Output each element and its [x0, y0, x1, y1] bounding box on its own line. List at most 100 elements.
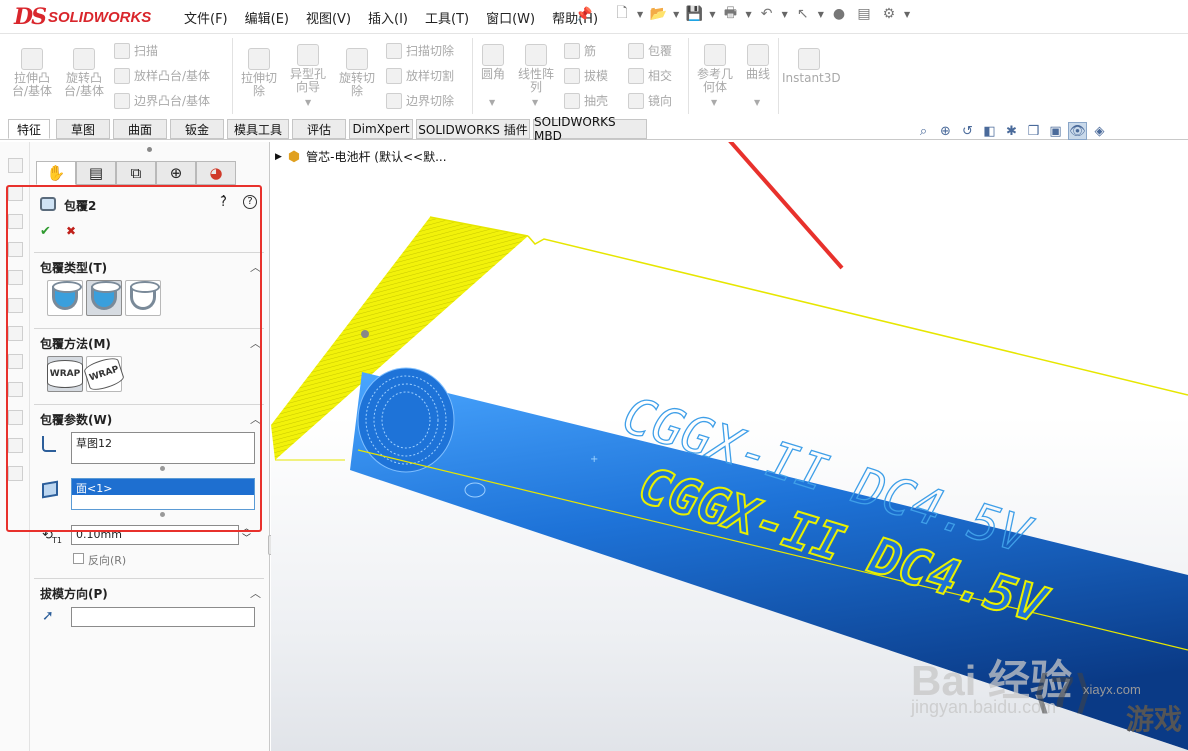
tab-solidworks-addins[interactable]: SOLIDWORKS 插件 — [416, 119, 530, 139]
loft-boss-button[interactable]: 放样凸台/基体 — [114, 67, 210, 84]
wrap-type-emboss-button[interactable] — [47, 280, 83, 316]
hole-wizard-button[interactable]: 异型孔 向导 — [284, 44, 332, 94]
section-view-icon[interactable]: ◧ — [980, 122, 999, 140]
view-orientation-icon[interactable]: ❒ — [1024, 122, 1043, 140]
display-manager-tab[interactable]: ◕ — [196, 161, 236, 185]
reference-geometry-button[interactable]: 参考几 何体 — [692, 44, 738, 94]
wrap-method-spline-button[interactable]: WRAP — [82, 355, 126, 393]
display-style-icon[interactable]: ▣ — [1046, 122, 1065, 140]
previous-view-icon[interactable]: ↺ — [958, 122, 977, 140]
revolve-boss-button[interactable]: 旋转凸 台/基体 — [60, 48, 108, 98]
feature-strip-icon[interactable] — [8, 298, 23, 313]
feature-strip-icon[interactable] — [8, 410, 23, 425]
linear-pattern-button[interactable]: 线性阵 列 — [512, 44, 560, 94]
boundary-boss-button[interactable]: 边界凸台/基体 — [114, 92, 210, 109]
feature-strip-icon[interactable] — [8, 438, 23, 453]
tab-dimxpert[interactable]: DimXpert — [349, 119, 413, 139]
tab-mold-tools[interactable]: 模具工具 — [227, 119, 289, 139]
view-settings-icon[interactable]: ◈ — [1090, 122, 1109, 140]
boundary-cut-button[interactable]: 边界切除 — [386, 92, 454, 109]
feature-strip-icon[interactable] — [8, 466, 23, 481]
panel-resize-handle[interactable] — [147, 147, 152, 152]
cancel-button[interactable]: ✖ — [66, 224, 76, 238]
configuration-manager-tab[interactable]: ⧉ — [116, 161, 156, 185]
undo-icon[interactable]: ↶ — [757, 4, 777, 24]
save-icon[interactable]: 💾 — [684, 4, 704, 24]
thickness-input[interactable]: 0.10mm — [71, 525, 239, 545]
feature-manager-tab[interactable]: ✋ — [36, 161, 76, 185]
feature-strip-icon[interactable] — [8, 242, 23, 257]
revolve-cut-button[interactable]: 旋转切 除 — [334, 48, 380, 98]
shell-button[interactable]: 抽壳 — [564, 92, 608, 109]
menu-edit[interactable]: 编辑(E) — [243, 6, 291, 29]
collapse-chevron-icon[interactable]: ︿ — [250, 259, 261, 275]
wrap-type-deboss-button[interactable] — [86, 280, 122, 316]
feature-strip-icon[interactable] — [8, 214, 23, 229]
fillet-button[interactable]: 圆角 — [476, 44, 510, 81]
pin-icon[interactable]: 📌 — [575, 7, 592, 23]
tab-sheet-metal[interactable]: 钣金 — [170, 119, 224, 139]
reverse-checkbox[interactable] — [73, 553, 84, 564]
sweep-button[interactable]: 扫描 — [114, 42, 158, 59]
zoom-to-area-icon[interactable]: ⊕ — [936, 122, 955, 140]
file-properties-icon[interactable]: ▤ — [854, 4, 874, 24]
collapse-chevron-icon[interactable]: ︿ — [250, 411, 261, 427]
collapse-chevron-icon[interactable]: ︿ — [250, 335, 261, 351]
graphics-area[interactable]: ▶ ⬢ 管芯-电池杆 (默认<<默... + CGGX-II DC4.5V CG… — [271, 142, 1188, 751]
menu-tools[interactable]: 工具(T) — [423, 6, 471, 29]
curves-button[interactable]: 曲线 — [740, 44, 776, 81]
ok-button[interactable]: ✔ — [40, 224, 51, 239]
wrap-method-analytical-button[interactable]: WRAP — [46, 356, 84, 392]
feature-strip-icon[interactable] — [8, 326, 23, 341]
select-icon[interactable]: ↖ — [793, 4, 813, 24]
thickness-spinner-icon[interactable]: ︿ ﹀ — [242, 524, 251, 544]
sweep-cut-button[interactable]: 扫描切除 — [386, 42, 454, 59]
wrap-button[interactable]: 包覆 — [628, 42, 672, 59]
feature-strip-icon[interactable] — [8, 382, 23, 397]
collapse-chevron-icon[interactable]: ︿ — [250, 585, 261, 601]
mirror-button[interactable]: 镜向 — [628, 92, 672, 109]
property-manager-tab[interactable]: ▤ — [76, 161, 116, 185]
new-document-icon[interactable]: 🗋 — [612, 4, 632, 24]
feature-strip-icon[interactable] — [8, 270, 23, 285]
feature-strip-icon[interactable] — [8, 158, 23, 173]
rib-button[interactable]: 筋 — [564, 42, 596, 59]
extrude-boss-button[interactable]: 拉伸凸 台/基体 — [8, 48, 56, 98]
tab-surfaces[interactable]: 曲面 — [113, 119, 167, 139]
ds-logo-mark: DS — [14, 4, 47, 30]
list-resize-handle[interactable] — [160, 466, 165, 471]
tab-features[interactable]: 特征 — [8, 119, 50, 139]
dimxpert-manager-tab[interactable]: ⊕ — [156, 161, 196, 185]
face-selection-box[interactable]: 面<1> — [71, 478, 255, 510]
tab-solidworks-mbd[interactable]: SOLIDWORKS MBD — [533, 115, 647, 143]
extrude-cut-button[interactable]: 拉伸切 除 — [236, 48, 282, 98]
print-icon[interactable]: 🖶 — [720, 4, 740, 24]
rebuild-icon[interactable]: ● — [829, 4, 849, 24]
tab-sketch[interactable]: 草图 — [56, 119, 110, 139]
hide-show-items-icon[interactable]: 👁 — [1068, 122, 1087, 140]
wrap-type-scribe-button[interactable] — [125, 280, 161, 316]
list-resize-handle[interactable] — [160, 512, 165, 517]
feature-strip-icon[interactable] — [8, 354, 23, 369]
feature-strip-icon[interactable] — [8, 186, 23, 201]
intersect-button[interactable]: 相交 — [628, 67, 672, 84]
pull-direction-input[interactable] — [71, 607, 255, 627]
heads-up-view-toolbar: ⌕ ⊕ ↺ ◧ ✱ ❒ ▣ 👁 ◈ — [914, 122, 1109, 140]
options-gear-icon[interactable]: ⚙ — [879, 4, 899, 24]
menu-insert[interactable]: 插入(I) — [366, 6, 410, 29]
help-icon[interactable]: ? — [243, 195, 257, 209]
menu-window[interactable]: 窗口(W) — [484, 6, 537, 29]
instant3d-button[interactable]: Instant3D — [782, 48, 841, 85]
menu-view[interactable]: 视图(V) — [304, 6, 353, 29]
quick-help-icon[interactable]: ?̂ — [220, 195, 227, 210]
selected-face-item[interactable]: 面<1> — [72, 479, 254, 495]
dynamic-annotation-icon[interactable]: ✱ — [1002, 122, 1021, 140]
open-icon[interactable]: 📂 — [648, 4, 668, 24]
menu-file[interactable]: 文件(F) — [182, 6, 230, 29]
loft-cut-button[interactable]: 放样切割 — [386, 67, 454, 84]
extrude-boss-icon — [21, 48, 43, 70]
draft-button[interactable]: 拔模 — [564, 67, 608, 84]
zoom-to-fit-icon[interactable]: ⌕ — [914, 122, 933, 140]
tab-evaluate[interactable]: 评估 — [292, 119, 346, 139]
sketch-selection-box[interactable]: 草图12 — [71, 432, 255, 464]
